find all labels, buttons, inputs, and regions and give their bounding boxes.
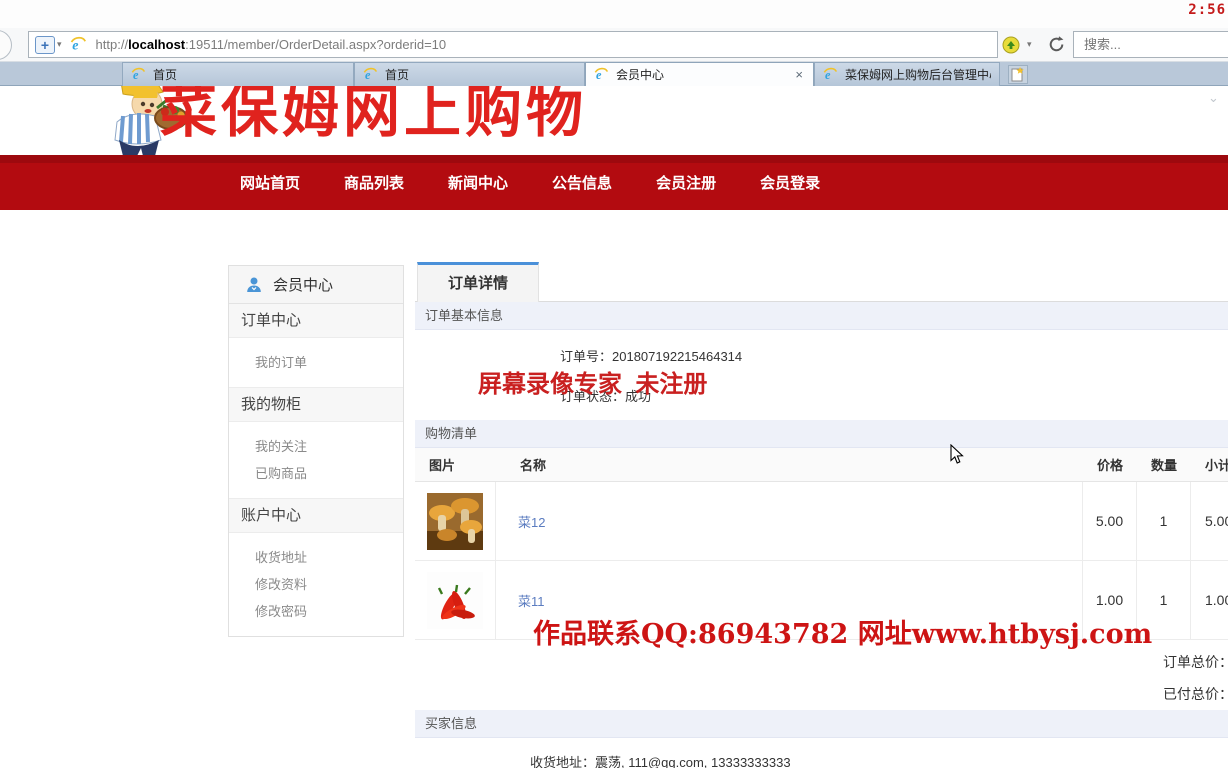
subtotal-value: 1.00 [1191, 561, 1228, 639]
sidebar-title: 会员中心 [273, 274, 333, 295]
price-value: 5.00 [1083, 482, 1137, 560]
browser-tabbar: 首页 首页 会员中心 × 菜保姆网上购物后台管理中心 [0, 62, 1228, 86]
nav-item-home[interactable]: 网站首页 [240, 172, 300, 193]
sidebar-item-my-follows[interactable]: 我的关注 [229, 433, 403, 460]
nav-item-news[interactable]: 新闻中心 [448, 172, 508, 193]
ie-favicon-icon [823, 67, 838, 82]
cart-row-1: 菜12 5.00 1 5.00 [415, 482, 1228, 561]
webpage: 菜保姆网上购物 ⌄ 网站首页 商品列表 新闻中心 公告信息 会员注册 会员登录 … [0, 86, 1228, 768]
paid-total-label: 已付总价： [415, 678, 1228, 710]
sidebar-item-address[interactable]: 收货地址 [229, 544, 403, 571]
sidebar-item-purchased[interactable]: 已购商品 [229, 460, 403, 487]
chevron-down-icon[interactable]: ▾ [1027, 39, 1032, 50]
buyer-address: 收货地址：震荡, 111@qq.com, 13333333333 [415, 738, 1228, 768]
recorder-clock: 2:56 [1188, 2, 1226, 18]
member-sidebar: 会员中心 订单中心 我的订单 我的物柜 我的关注 已购商品 账户中心 收货地址 … [228, 265, 404, 637]
address-bar-actions: ▾ [1002, 31, 1066, 58]
search-box[interactable] [1073, 31, 1228, 58]
tab-order-detail[interactable]: 订单详情 [417, 262, 539, 302]
qty-value: 1 [1137, 482, 1191, 560]
column-name: 名称 [496, 455, 1083, 474]
product-image-mushrooms[interactable] [427, 493, 483, 550]
url-path: :19511/member/OrderDetail.aspx?orderid=1… [185, 37, 446, 52]
browser-toolbar: + ▾ http://localhost:19511/member/OrderD… [0, 28, 1228, 62]
site-logo-text[interactable]: 菜保姆网上购物 [160, 86, 587, 148]
url-text[interactable]: http://localhost:19511/member/OrderDetai… [96, 37, 447, 52]
product-link[interactable]: 菜12 [518, 512, 545, 531]
sidebar-item-edit-profile[interactable]: 修改资料 [229, 571, 403, 598]
subtotal-value: 5.00 [1191, 482, 1228, 560]
column-image: 图片 [415, 455, 496, 474]
ie-favicon-icon [131, 67, 146, 82]
compatibility-icon[interactable] [1002, 36, 1020, 54]
main-navigation: 网站首页 商品列表 新闻中心 公告信息 会员注册 会员登录 [0, 155, 1228, 210]
browser-tab-home-2[interactable]: 首页 [354, 62, 585, 86]
window-top-strip: 2:56 [0, 0, 1228, 28]
product-image-chili-peppers[interactable] [427, 572, 483, 629]
refresh-icon[interactable] [1047, 35, 1066, 54]
sidebar-header: 会员中心 [229, 266, 403, 304]
url-protocol: http:// [96, 37, 129, 52]
detail-tab-row: 订单详情 [415, 262, 1228, 302]
chevron-down-icon[interactable]: ▾ [57, 39, 62, 50]
sidebar-group: 收货地址 修改资料 修改密码 [229, 533, 403, 636]
sidebar-item-change-password[interactable]: 修改密码 [229, 598, 403, 625]
section-cart: 购物清单 [415, 420, 1228, 448]
order-detail-panel: 订单详情 订单基本信息 订单号：201807192215464314 订单状态：… [415, 262, 1228, 768]
section-basic-info: 订单基本信息 [415, 302, 1228, 330]
chevron-down-icon[interactable]: ⌄ [1208, 90, 1219, 106]
browser-tab-admin-center[interactable]: 菜保姆网上购物后台管理中心 [814, 62, 1000, 86]
column-subtotal: 小计 [1191, 455, 1228, 474]
column-qty: 数量 [1137, 455, 1191, 474]
nav-item-announcements[interactable]: 公告信息 [552, 172, 612, 193]
browser-tab-home-1[interactable]: 首页 [122, 62, 354, 86]
ie-favicon-icon [70, 36, 87, 53]
favorites-add-icon[interactable]: + [35, 36, 55, 54]
user-icon [245, 276, 263, 294]
sidebar-section-account: 账户中心 [229, 499, 403, 533]
search-input[interactable] [1074, 32, 1228, 57]
sidebar-section-lockers: 我的物柜 [229, 388, 403, 422]
tab-label: 菜保姆网上购物后台管理中心 [845, 66, 991, 83]
ie-favicon-icon [363, 67, 378, 82]
close-icon[interactable]: × [793, 68, 805, 81]
ie-favicon-icon [594, 67, 609, 82]
screen: 2:56 + ▾ http://localhost:19511/member/O… [0, 0, 1228, 768]
contact-watermark: 作品联系QQ:86943782 网址www.htbysj.com [533, 612, 1152, 651]
nav-item-products[interactable]: 商品列表 [344, 172, 404, 193]
new-tab-icon [1011, 67, 1025, 82]
back-button[interactable] [0, 30, 12, 60]
browser-tab-member-center[interactable]: 会员中心 × [585, 62, 814, 86]
nav-item-register[interactable]: 会员注册 [656, 172, 716, 193]
sidebar-item-my-orders[interactable]: 我的订单 [229, 349, 403, 376]
sidebar-group: 我的关注 已购商品 [229, 422, 403, 499]
tab-label: 首页 [153, 66, 177, 83]
sidebar-group: 我的订单 [229, 338, 403, 388]
cart-table-header: 图片 名称 价格 数量 小计 [415, 448, 1228, 482]
nav-item-login[interactable]: 会员登录 [760, 172, 820, 193]
mouse-cursor [950, 444, 964, 465]
url-host: localhost [128, 37, 185, 52]
product-link[interactable]: 菜11 [518, 591, 545, 610]
recorder-watermark: 屏幕录像专家 未注册 [478, 364, 707, 399]
column-price: 价格 [1083, 455, 1137, 474]
tab-label: 会员中心 [616, 66, 664, 83]
section-buyer-info: 买家信息 [415, 710, 1228, 738]
address-bar[interactable]: + ▾ http://localhost:19511/member/OrderD… [28, 31, 998, 58]
new-tab-button[interactable] [1008, 65, 1028, 84]
tab-label: 首页 [385, 66, 409, 83]
sidebar-section-orders: 订单中心 [229, 304, 403, 338]
